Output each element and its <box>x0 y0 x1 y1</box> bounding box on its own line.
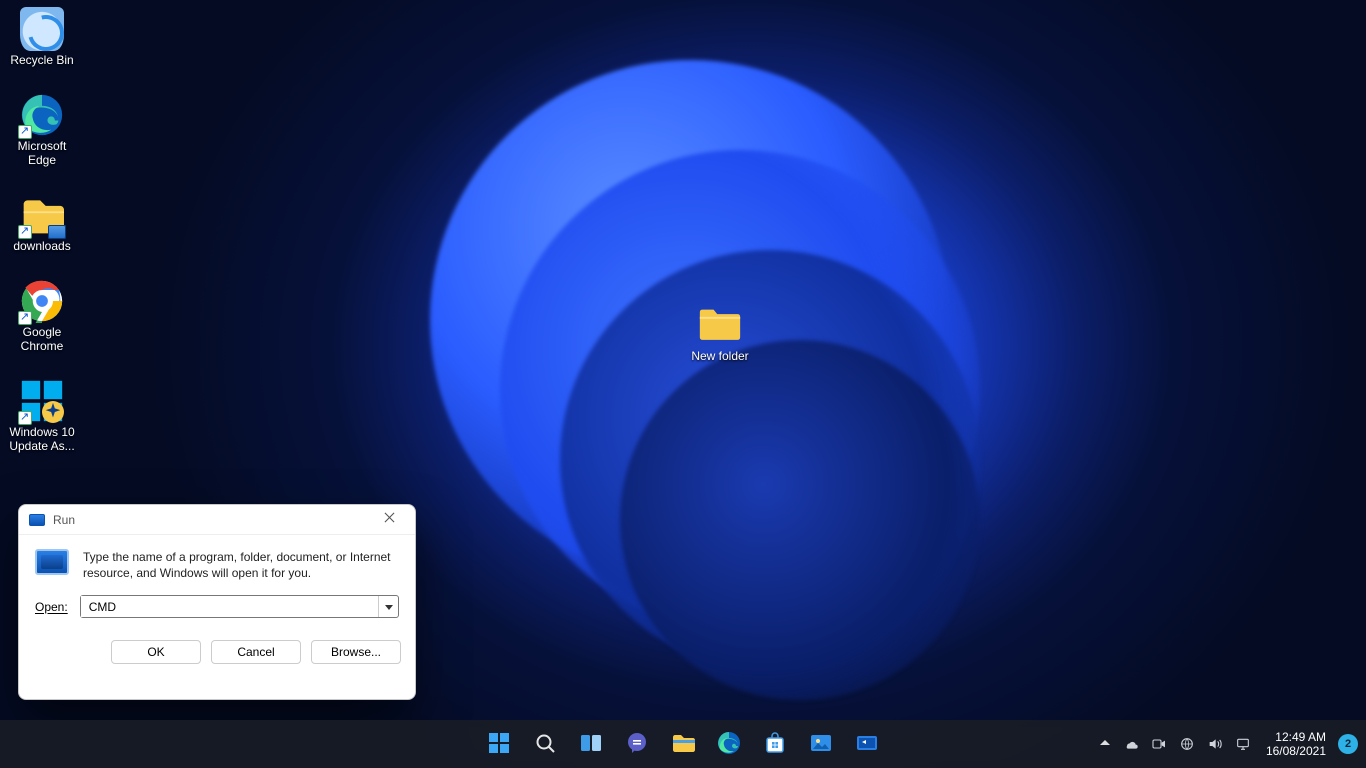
desktop-icon-label: Microsoft Edge <box>5 139 79 167</box>
network-icon[interactable] <box>1232 733 1254 755</box>
close-button[interactable] <box>369 509 409 531</box>
taskbar-chat[interactable] <box>617 724 657 764</box>
language-icon[interactable] <box>1176 733 1198 755</box>
shortcut-overlay-icon <box>18 125 32 139</box>
meet-now-icon[interactable] <box>1148 733 1170 755</box>
taskbar-start[interactable] <box>479 724 519 764</box>
desktop-icon-google-chrome[interactable]: Google Chrome <box>4 274 80 360</box>
taskbar-microsoft-store[interactable] <box>755 724 795 764</box>
photos-icon <box>809 731 833 758</box>
taskbar-center <box>479 724 887 764</box>
taskview-icon <box>579 731 603 758</box>
desktop-icon-windows-update-assist[interactable]: Windows 10 Update As... <box>4 374 80 460</box>
taskbar-file-explorer[interactable] <box>663 724 703 764</box>
wallpaper-bloom <box>620 340 980 700</box>
clock-date: 16/08/2021 <box>1266 744 1326 758</box>
runapp-icon <box>855 731 879 758</box>
taskbar-search[interactable] <box>525 724 565 764</box>
desktop-icon-new-folder[interactable]: New folder <box>680 305 760 363</box>
desktop-icon-label: Recycle Bin <box>5 53 79 67</box>
explorer-icon <box>671 731 695 758</box>
clock-time: 12:49 AM <box>1266 730 1326 744</box>
volume-icon[interactable] <box>1204 733 1226 755</box>
folder-icon <box>698 305 742 345</box>
onedrive-icon[interactable] <box>1120 733 1142 755</box>
run-message: Type the name of a program, folder, docu… <box>83 549 399 581</box>
run-titlebar[interactable]: Run <box>19 505 415 535</box>
shortcut-overlay-icon <box>18 411 32 425</box>
open-label: Open: <box>35 600 68 614</box>
desktop-icon-recycle-bin[interactable]: Recycle Bin <box>4 2 80 74</box>
taskbar-photos[interactable] <box>801 724 841 764</box>
desktop-icon-label: Google Chrome <box>5 325 79 353</box>
desktop-icon-label: downloads <box>5 239 79 253</box>
run-title: Run <box>53 513 369 527</box>
run-icon <box>35 549 69 575</box>
open-combobox[interactable] <box>80 595 399 618</box>
run-titlebar-icon <box>29 514 45 526</box>
taskbar-clock[interactable]: 12:49 AM 16/08/2021 <box>1260 730 1332 758</box>
desktop-icon-downloads-folder[interactable]: downloads <box>4 188 80 260</box>
open-dropdown-button[interactable] <box>378 596 398 617</box>
open-input[interactable] <box>81 596 378 617</box>
shortcut-overlay-icon <box>18 225 32 239</box>
desktop-icons-column: Recycle Bin Microsoft Edge downloads Google… <box>4 2 84 474</box>
desktop-icon-label: New folder <box>680 349 760 363</box>
store-icon <box>763 731 787 758</box>
notifications-badge[interactable]: 2 <box>1338 734 1358 754</box>
ok-button[interactable]: OK <box>111 640 201 664</box>
run-dialog: Run Type the name of a program, folder, … <box>18 504 416 700</box>
taskbar-run-app[interactable] <box>847 724 887 764</box>
system-tray: 12:49 AM 16/08/2021 2 <box>1096 720 1358 768</box>
start-icon <box>487 731 511 758</box>
cancel-button[interactable]: Cancel <box>211 640 301 664</box>
taskbar-task-view[interactable] <box>571 724 611 764</box>
taskbar: 12:49 AM 16/08/2021 2 <box>0 720 1366 768</box>
browse-button[interactable]: Browse... <box>311 640 401 664</box>
desktop[interactable]: Recycle Bin Microsoft Edge downloads Google… <box>0 0 1366 768</box>
chat-icon <box>625 731 649 758</box>
desktop-icon-microsoft-edge[interactable]: Microsoft Edge <box>4 88 80 174</box>
run-button-row: OK Cancel Browse... <box>19 622 415 676</box>
tray-overflow-button[interactable] <box>1096 737 1114 752</box>
shortcut-overlay-icon <box>18 311 32 325</box>
desktop-icon-label: Windows 10 Update As... <box>5 425 79 453</box>
taskbar-edge[interactable] <box>709 724 749 764</box>
search-icon <box>533 731 557 758</box>
edge-icon <box>717 731 741 758</box>
